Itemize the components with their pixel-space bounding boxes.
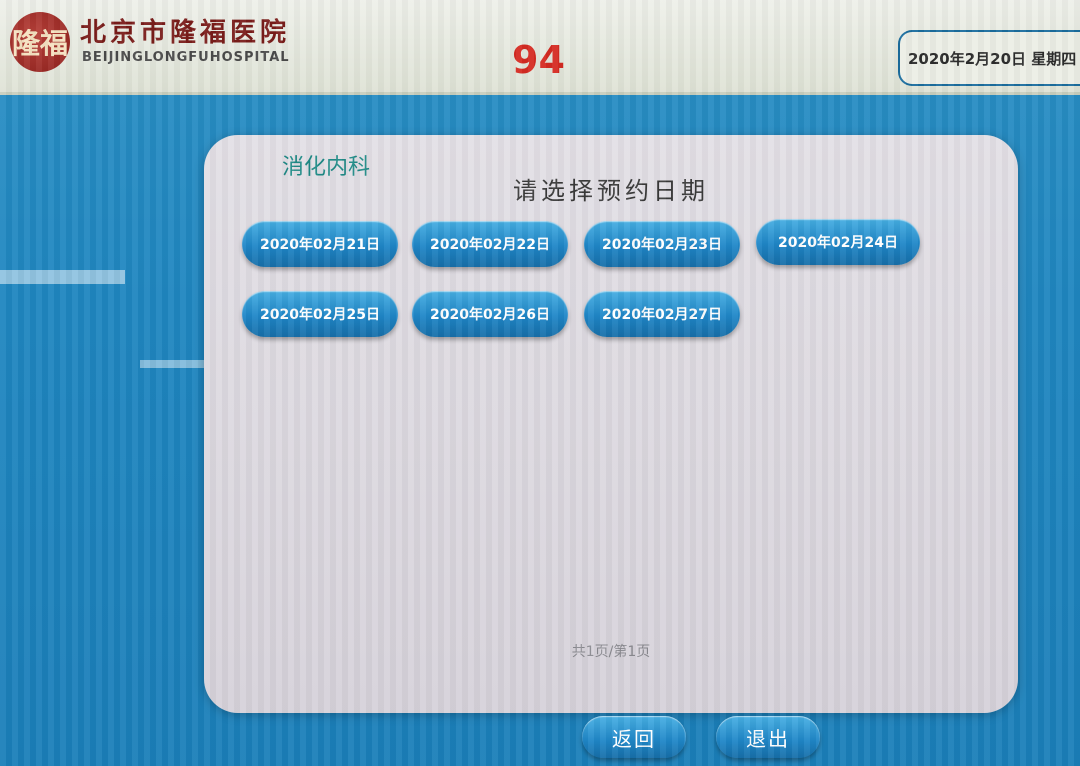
- select-date-prompt: 请选择预约日期: [513, 177, 709, 205]
- page-indicator: 共1页/第1页: [571, 644, 651, 660]
- hospital-logo-icon: 隆福: [10, 12, 70, 72]
- date-button[interactable]: 2020年02月26日: [412, 291, 568, 337]
- screen-glare: [0, 270, 125, 284]
- logo-text: 隆福: [11, 27, 68, 60]
- date-button[interactable]: 2020年02月24日: [756, 219, 920, 265]
- date-button[interactable]: 2020年02月22日: [412, 221, 568, 267]
- date-selection-panel: 消化内科 请选择预约日期 2020年02月21日 2020年02月22日 202…: [204, 135, 1018, 713]
- queue-number: 94: [512, 38, 565, 82]
- date-button[interactable]: 2020年02月25日: [242, 291, 398, 337]
- hospital-name-en: BEIJINGLONGFUHOSPITAL: [82, 50, 290, 65]
- current-date: 2020年2月20日 星期四: [898, 30, 1080, 86]
- date-button[interactable]: 2020年02月27日: [584, 291, 740, 337]
- date-button[interactable]: 2020年02月21日: [242, 221, 398, 267]
- header-bar: 隆福 北京市隆福医院 BEIJINGLONGFUHOSPITAL 94 2020…: [0, 0, 1080, 95]
- hospital-name: 北京市隆福医院: [80, 18, 291, 48]
- back-button[interactable]: 返回: [582, 716, 686, 758]
- date-button[interactable]: 2020年02月23日: [584, 221, 740, 267]
- exit-button[interactable]: 退出: [716, 716, 820, 758]
